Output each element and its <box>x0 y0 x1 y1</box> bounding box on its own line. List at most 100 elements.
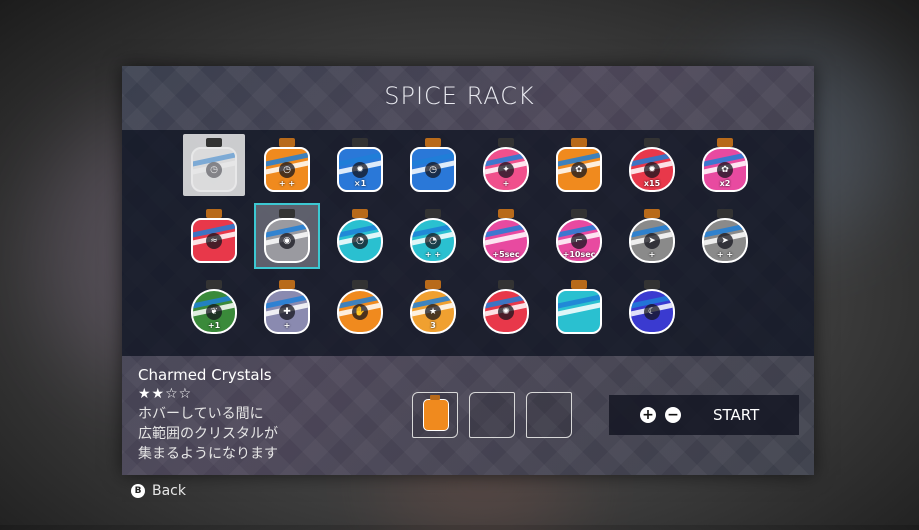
bottle-cap <box>425 138 441 147</box>
spice-slot[interactable]: ✋ <box>329 276 391 338</box>
spice-modifier-label: + <box>648 250 656 259</box>
spice-description: ホバーしている間に 広範囲のクリスタルが 集まるようになります <box>138 404 338 464</box>
flower-spice-bottle: ✿ x2 <box>702 138 748 192</box>
spice-modifier-label: +1 <box>207 321 221 330</box>
bottle-body: ✦ + <box>483 147 529 192</box>
spice-slot[interactable]: ◷ <box>183 134 245 196</box>
start-bar <box>609 395 799 435</box>
spice-slot[interactable]: ✚ + <box>256 276 318 338</box>
bottle-cap <box>644 138 660 147</box>
flower-icon: ✿ <box>571 162 587 179</box>
equip-slot-3[interactable] <box>526 392 572 438</box>
leaf-icon: ❦ <box>206 304 222 321</box>
spice-slot[interactable]: ◷ + + <box>256 134 318 196</box>
equip-slot-1[interactable] <box>412 392 458 438</box>
spice-modifier-label: + <box>283 321 291 330</box>
bottle-cap <box>279 209 295 218</box>
spice-slot[interactable]: ➤ + <box>621 205 683 267</box>
spice-modifier-label: +10sec <box>562 250 596 259</box>
spice-slot[interactable]: ◉ <box>254 203 320 269</box>
spice-modifier-label: + + <box>716 250 734 259</box>
spice-slot[interactable]: ❦ +1 <box>183 276 245 338</box>
spice-modifier-label: 3 <box>430 321 436 330</box>
burst-spice-bottle: ✺ <box>483 280 529 334</box>
bottle-body: ◔ <box>337 218 383 263</box>
bottle-cap <box>206 209 222 218</box>
spice-slot[interactable]: ✿ x2 <box>694 134 756 196</box>
minus-button-icon[interactable]: − <box>665 407 681 423</box>
bottle-body: ≈ <box>191 218 237 263</box>
bottle-cap <box>498 138 514 147</box>
speed-icon: ◔ <box>352 233 368 250</box>
gear-icon: ✹ <box>352 162 368 179</box>
bottle-body: ✿ x2 <box>702 147 748 192</box>
spice-slot[interactable]: ⌐ +10sec <box>548 205 610 267</box>
bottle-body: ✺ <box>483 289 529 334</box>
bottle-body: ◷ <box>191 147 237 192</box>
spice-slot[interactable]: ✹ ×1 <box>329 134 391 196</box>
bottle-cap <box>571 138 587 147</box>
bolt-spice-bottle: ◉ <box>264 209 310 263</box>
bottle-body <box>556 289 602 334</box>
bottle-body: ⌐ +10sec <box>556 218 602 263</box>
clock-icon: ◷ <box>425 162 441 179</box>
bottle-cap <box>352 209 368 218</box>
spice-slot[interactable]: ✺ <box>475 276 537 338</box>
spice-slot[interactable]: ✿ <box>548 134 610 196</box>
spice-modifier-label: + + <box>278 179 296 188</box>
spice-slot[interactable]: ➤ + + <box>694 205 756 267</box>
moon-spice-bottle: ☾ <box>629 280 675 334</box>
moon-icon: ☾ <box>644 304 660 321</box>
bottle-cap <box>571 280 587 289</box>
equipped-spice-icon <box>423 399 449 431</box>
wing-spice-bottle: ≈ <box>191 209 237 263</box>
clock-icon: ◷ <box>279 162 295 179</box>
start-button[interactable]: START <box>713 406 759 424</box>
hand-spice-bottle: ✋ <box>337 280 383 334</box>
spice-slot[interactable]: +5sec <box>475 205 537 267</box>
equip-slot-2[interactable] <box>469 392 515 438</box>
spice-slot[interactable]: ≈ <box>183 205 245 267</box>
leaf-spice-bottle: ❦ +1 <box>191 280 237 334</box>
spice-slot[interactable]: ◔ + + <box>402 205 464 267</box>
spice-slot[interactable]: ✹ x15 <box>621 134 683 196</box>
bottle-body: ❦ +1 <box>191 289 237 334</box>
bottle-body: ◔ + + <box>410 218 456 263</box>
bottle-body: ★ 3 <box>410 289 456 334</box>
spice-slot[interactable]: ✦ + <box>475 134 537 196</box>
bottle-body: ✚ + <box>264 289 310 334</box>
bottle-cap <box>571 209 587 218</box>
bottle-cap <box>498 209 514 218</box>
spice-slot[interactable] <box>548 276 610 338</box>
clock-icon: ◷ <box>206 162 222 179</box>
spice-slot[interactable]: ★ 3 <box>402 276 464 338</box>
bottle-cap <box>206 280 222 289</box>
bottle-body: ✿ <box>556 147 602 192</box>
hand-icon: ✋ <box>352 304 368 321</box>
bottle-body: +5sec <box>483 218 529 263</box>
page-title: SPICE RACK <box>384 82 535 110</box>
bottle-cap <box>279 280 295 289</box>
description-line: 広範囲のクリスタルが <box>138 426 278 442</box>
back-button[interactable]: Back <box>152 483 186 499</box>
bolt-icon: ◉ <box>279 233 295 250</box>
plus-button-icon[interactable]: + <box>640 407 656 423</box>
spice-slot[interactable]: ◷ <box>402 134 464 196</box>
gear-icon: ✹ <box>644 162 660 179</box>
flower-icon: ✿ <box>717 162 733 179</box>
spice-modifier-label: ×1 <box>353 179 367 188</box>
bottle-cap <box>644 209 660 218</box>
bottle-cap <box>425 280 441 289</box>
star-spice-bottle: ★ 3 <box>410 280 456 334</box>
bottle-cap <box>352 138 368 147</box>
burst-icon: ✺ <box>498 304 514 321</box>
spice-slot[interactable]: ☾ <box>621 276 683 338</box>
clock-spice-bottle: ◷ <box>191 138 237 192</box>
spice-slot[interactable]: ◔ <box>329 205 391 267</box>
b-button-icon[interactable]: B <box>131 484 145 498</box>
sparkle-icon: ✦ <box>498 162 514 179</box>
bottle-body: ✋ <box>337 289 383 334</box>
spice-rating: ★★☆☆ <box>138 386 193 402</box>
sparkle-spice-bottle: ✦ + <box>483 138 529 192</box>
bottle-body: ◷ + + <box>264 147 310 192</box>
